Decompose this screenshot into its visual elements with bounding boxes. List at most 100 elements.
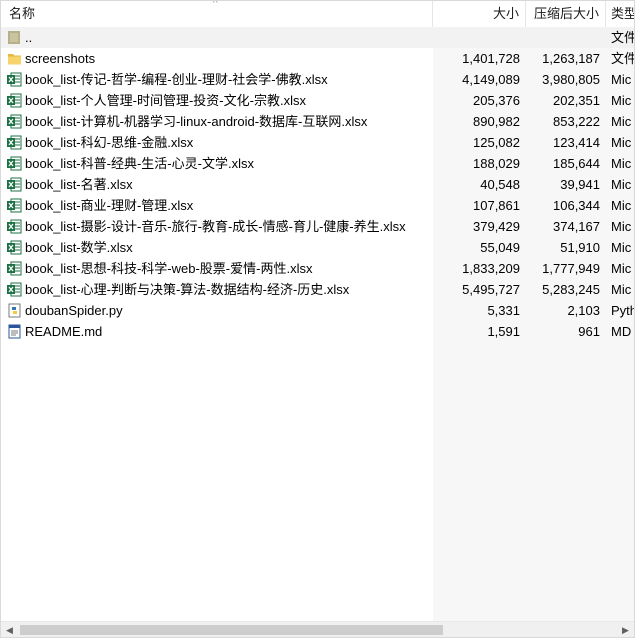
file-type: Mic	[611, 156, 632, 171]
file-type: Mic	[611, 240, 632, 255]
file-packed-size: 1,777,949	[542, 261, 600, 276]
file-name: book_list-名著.xlsx	[25, 177, 133, 192]
file-type: MD	[611, 324, 632, 339]
file-name-cell: book_list-科普-经典-生活-心灵-文学.xlsx	[1, 153, 431, 174]
python-icon	[7, 303, 22, 318]
excel-icon	[7, 261, 22, 276]
file-name-cell: book_list-传记-哲学-编程-创业-理财-社会学-佛教.xlsx	[1, 69, 431, 90]
file-type: Mic	[611, 72, 632, 87]
file-size: 5,331	[487, 303, 520, 318]
file-size: 1,833,209	[462, 261, 520, 276]
horizontal-scrollbar[interactable]: ◀ ▶	[1, 621, 634, 637]
scrollbar-thumb[interactable]	[20, 625, 443, 635]
file-size	[433, 27, 520, 48]
file-name-cell: book_list-计算机-机器学习-linux-android-数据库-互联网…	[1, 111, 431, 132]
file-list: .. 文件 screenshots 1,401,728 1,263,187 文件 book_…	[1, 27, 634, 342]
column-header-type-label: 类型	[611, 6, 635, 21]
file-packed-size: 106,344	[553, 198, 600, 213]
file-row[interactable]: README.md 1,591 961 MD	[1, 321, 634, 342]
file-name: book_list-传记-哲学-编程-创业-理财-社会学-佛教.xlsx	[25, 72, 328, 87]
file-name-cell: ..	[1, 27, 431, 48]
column-header-size-label: 大小	[492, 6, 519, 21]
excel-icon	[7, 198, 22, 213]
excel-icon	[7, 219, 22, 234]
file-name-cell: README.md	[1, 321, 431, 342]
file-packed-size: 5,283,245	[542, 282, 600, 297]
file-name-cell: book_list-个人管理-时间管理-投资-文化-宗教.xlsx	[1, 90, 431, 111]
column-header-packed-size-label: 压缩后大小	[533, 6, 599, 21]
file-size: 5,495,727	[462, 282, 520, 297]
file-type: Mic	[611, 135, 632, 150]
file-name: doubanSpider.py	[25, 303, 123, 318]
excel-icon	[7, 135, 22, 150]
file-type: Mic	[611, 177, 632, 192]
file-row[interactable]: book_list-个人管理-时间管理-投资-文化-宗教.xlsx 205,376…	[1, 90, 634, 111]
file-packed-size: 1,263,187	[542, 51, 600, 66]
file-row[interactable]: book_list-传记-哲学-编程-创业-理财-社会学-佛教.xlsx 4,14…	[1, 69, 634, 90]
file-type: Mic	[611, 261, 632, 276]
excel-icon	[7, 72, 22, 87]
file-packed-size: 51,910	[560, 240, 600, 255]
file-size: 107,861	[473, 198, 520, 213]
file-type: 文件	[611, 51, 635, 66]
file-packed-size: 961	[578, 324, 600, 339]
scroll-left-arrow-icon[interactable]: ◀	[1, 622, 18, 637]
file-name-cell: book_list-数学.xlsx	[1, 237, 431, 258]
file-row[interactable]: book_list-数学.xlsx 55,049 51,910 Mic	[1, 237, 634, 258]
file-row[interactable]: book_list-科普-经典-生活-心灵-文学.xlsx 188,029 185,…	[1, 153, 634, 174]
scroll-right-arrow-icon[interactable]: ▶	[617, 622, 634, 637]
column-header-packed-size[interactable]: 压缩后大小	[526, 1, 606, 27]
file-name: book_list-商业-理财-管理.xlsx	[25, 198, 194, 213]
file-size: 40,548	[480, 177, 520, 192]
file-type: 文件	[611, 30, 635, 45]
file-name-cell: book_list-商业-理财-管理.xlsx	[1, 195, 431, 216]
file-name-cell: book_list-摄影-设计-音乐-旅行-教育-成长-情感-育儿-健康-养生.…	[1, 216, 431, 237]
file-packed-size: 202,351	[553, 93, 600, 108]
file-packed-size: 2,103	[567, 303, 600, 318]
folder-icon	[7, 51, 22, 66]
file-name: book_list-心理-判断与决策-算法-数据结构-经济-历史.xlsx	[25, 282, 350, 297]
parent-folder-row[interactable]: .. 文件	[1, 27, 634, 48]
file-row[interactable]: book_list-商业-理财-管理.xlsx 107,861 106,344 Mic	[1, 195, 634, 216]
file-name-cell: book_list-思想-科技-科学-web-股票-爱情-两性.xlsx	[1, 258, 431, 279]
file-row[interactable]: book_list-心理-判断与决策-算法-数据结构-经济-历史.xlsx 5,4…	[1, 279, 634, 300]
file-packed-size: 185,644	[553, 156, 600, 171]
file-type: Mic	[611, 219, 632, 234]
file-size: 1,401,728	[462, 51, 520, 66]
document-icon	[7, 324, 22, 339]
column-header-type[interactable]: 类型	[606, 1, 635, 27]
file-name-cell: book_list-科幻-思维-金融.xlsx	[1, 132, 431, 153]
file-list-window: 名称 ^ 大小 压缩后大小 类型 .. 文件 screenshots 1,401,72…	[0, 0, 635, 638]
file-name: book_list-个人管理-时间管理-投资-文化-宗教.xlsx	[25, 93, 306, 108]
file-name-cell: doubanSpider.py	[1, 300, 431, 321]
column-header-size[interactable]: 大小	[433, 1, 526, 27]
file-row[interactable]: doubanSpider.py 5,331 2,103 Pyth	[1, 300, 634, 321]
file-type: Mic	[611, 114, 632, 129]
file-name: book_list-思想-科技-科学-web-股票-爱情-两性.xlsx	[25, 261, 313, 276]
excel-icon	[7, 240, 22, 255]
column-header: 名称 ^ 大小 压缩后大小 类型	[1, 1, 634, 28]
file-packed-size: 39,941	[560, 177, 600, 192]
file-row[interactable]: book_list-名著.xlsx 40,548 39,941 Mic	[1, 174, 634, 195]
file-size: 890,982	[473, 114, 520, 129]
file-row[interactable]: screenshots 1,401,728 1,263,187 文件	[1, 48, 634, 69]
file-name: book_list-计算机-机器学习-linux-android-数据库-互联网…	[25, 114, 368, 129]
file-name-cell: book_list-名著.xlsx	[1, 174, 431, 195]
excel-icon	[7, 93, 22, 108]
file-size: 55,049	[480, 240, 520, 255]
file-type: Mic	[611, 282, 632, 297]
file-row[interactable]: book_list-摄影-设计-音乐-旅行-教育-成长-情感-育儿-健康-养生.…	[1, 216, 634, 237]
file-type: Mic	[611, 198, 632, 213]
sort-ascending-icon: ^	[213, 0, 218, 9]
file-row[interactable]: book_list-思想-科技-科学-web-股票-爱情-两性.xlsx 1,83…	[1, 258, 634, 279]
file-name: README.md	[25, 324, 103, 339]
file-name-cell: book_list-心理-判断与决策-算法-数据结构-经济-历史.xlsx	[1, 279, 431, 300]
file-row[interactable]: book_list-科幻-思维-金融.xlsx 125,082 123,414 Mic	[1, 132, 634, 153]
file-size: 125,082	[473, 135, 520, 150]
file-name: book_list-数学.xlsx	[25, 240, 133, 255]
excel-icon	[7, 114, 22, 129]
file-name: screenshots	[25, 51, 96, 66]
column-header-name-label: 名称	[9, 6, 36, 21]
file-row[interactable]: book_list-计算机-机器学习-linux-android-数据库-互联网…	[1, 111, 634, 132]
file-packed-size: 3,980,805	[542, 72, 600, 87]
